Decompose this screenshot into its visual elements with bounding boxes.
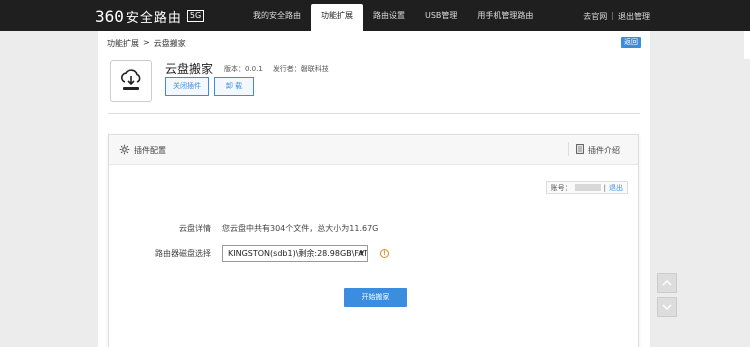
disk-select-row: 路由器磁盘选择 KINGSTON(sdb1)\剩余:28.98GB\FAT ▼ … (109, 245, 389, 262)
gear-icon (119, 144, 130, 157)
plugin-config-label: 插件配置 (134, 146, 166, 155)
main-nav: 我的安全路由 功能扩展 路由设置 USB管理 用手机管理路由 (243, 0, 543, 31)
breadcrumb-parent[interactable]: 功能扩展 (107, 38, 139, 49)
cloud-detail-row: 云盘详情 您云盘中共有304个文件，总大小为11.67G (109, 223, 378, 234)
main-content: 功能扩展 > 云盘搬家 返回 云盘搬家 版本：0.0.1 发行者：磐联科技 关闭… (98, 31, 650, 347)
cloud-detail-label: 云盘详情 (179, 224, 211, 233)
uninstall-button[interactable]: 卸 载 (214, 77, 254, 96)
logo-text: 安全路由 (125, 10, 182, 26)
breadcrumb-current: 云盘搬家 (153, 39, 186, 48)
window-edge (744, 31, 750, 59)
cloud-detail-value: 您云盘中共有304个文件，总大小为11.67G (222, 224, 379, 233)
start-migration-button[interactable]: 开始搬家 (344, 288, 407, 307)
top-links: 去官网 | 退出管理 (583, 11, 650, 22)
dropdown-arrow-icon: ▼ (359, 250, 364, 257)
app-version: 版本：0.0.1 (224, 65, 263, 73)
disk-select[interactable]: KINGSTON(sdb1)\剩余:28.98GB\FAT ▼ (222, 245, 368, 262)
document-icon (576, 144, 584, 156)
config-panel: 插件配置 插件介绍 账号： | 退出 云盘详情 您云盘中共有304个文件，总大小… (108, 134, 639, 347)
back-button[interactable]: 返回 (621, 37, 641, 48)
top-nav-bar: 360 安全路由 5G 我的安全路由 功能扩展 路由设置 USB管理 用手机管理… (0, 0, 750, 31)
app-title: 云盘搬家 (165, 62, 214, 76)
account-masked-value (574, 184, 601, 191)
divider (108, 113, 640, 114)
info-icon[interactable]: ! (380, 249, 389, 258)
logo-number: 360 (95, 6, 124, 26)
logo[interactable]: 360 安全路由 5G (95, 6, 205, 26)
account-logout-link[interactable]: 退出 (609, 183, 623, 193)
plugin-intro-tab[interactable]: 插件介绍 (568, 142, 620, 156)
disk-select-value: KINGSTON(sdb1)\剩余:28.98GB\FAT (228, 249, 368, 258)
nav-extensions[interactable]: 功能扩展 (311, 4, 363, 31)
nav-mobile-management[interactable]: 用手机管理路由 (467, 0, 543, 31)
plugin-config-tab[interactable]: 插件配置 (119, 144, 166, 157)
official-site-link[interactable]: 去官网 (583, 11, 607, 22)
nav-usb-management[interactable]: USB管理 (415, 0, 467, 31)
app-publisher: 发行者：磐联科技 (272, 65, 329, 73)
chevron-down-icon (662, 304, 672, 310)
scroll-down-button[interactable] (657, 297, 677, 317)
link-separator: | (611, 11, 614, 20)
nav-my-router[interactable]: 我的安全路由 (243, 0, 311, 31)
scroll-up-button[interactable] (657, 273, 677, 293)
breadcrumb: 功能扩展 > 云盘搬家 (107, 38, 186, 49)
account-box: 账号： | 退出 (545, 181, 628, 194)
app-meta: 版本：0.0.1 发行者：磐联科技 (224, 64, 329, 74)
account-label: 账号： (550, 183, 572, 192)
app-actions: 关闭插件 卸 载 (165, 77, 254, 96)
cloud-upload-icon (110, 60, 152, 102)
panel-header: 插件配置 插件介绍 (109, 135, 638, 165)
close-plugin-button[interactable]: 关闭插件 (165, 77, 209, 96)
nav-router-settings[interactable]: 路由设置 (363, 0, 415, 31)
chevron-up-icon (662, 280, 672, 286)
disk-select-label: 路由器磁盘选择 (155, 249, 211, 258)
logo-badge: 5G (186, 10, 205, 22)
breadcrumb-separator: > (143, 38, 150, 47)
account-separator: | (603, 183, 606, 192)
plugin-intro-label: 插件介绍 (588, 145, 620, 155)
logout-link[interactable]: 退出管理 (618, 11, 650, 22)
